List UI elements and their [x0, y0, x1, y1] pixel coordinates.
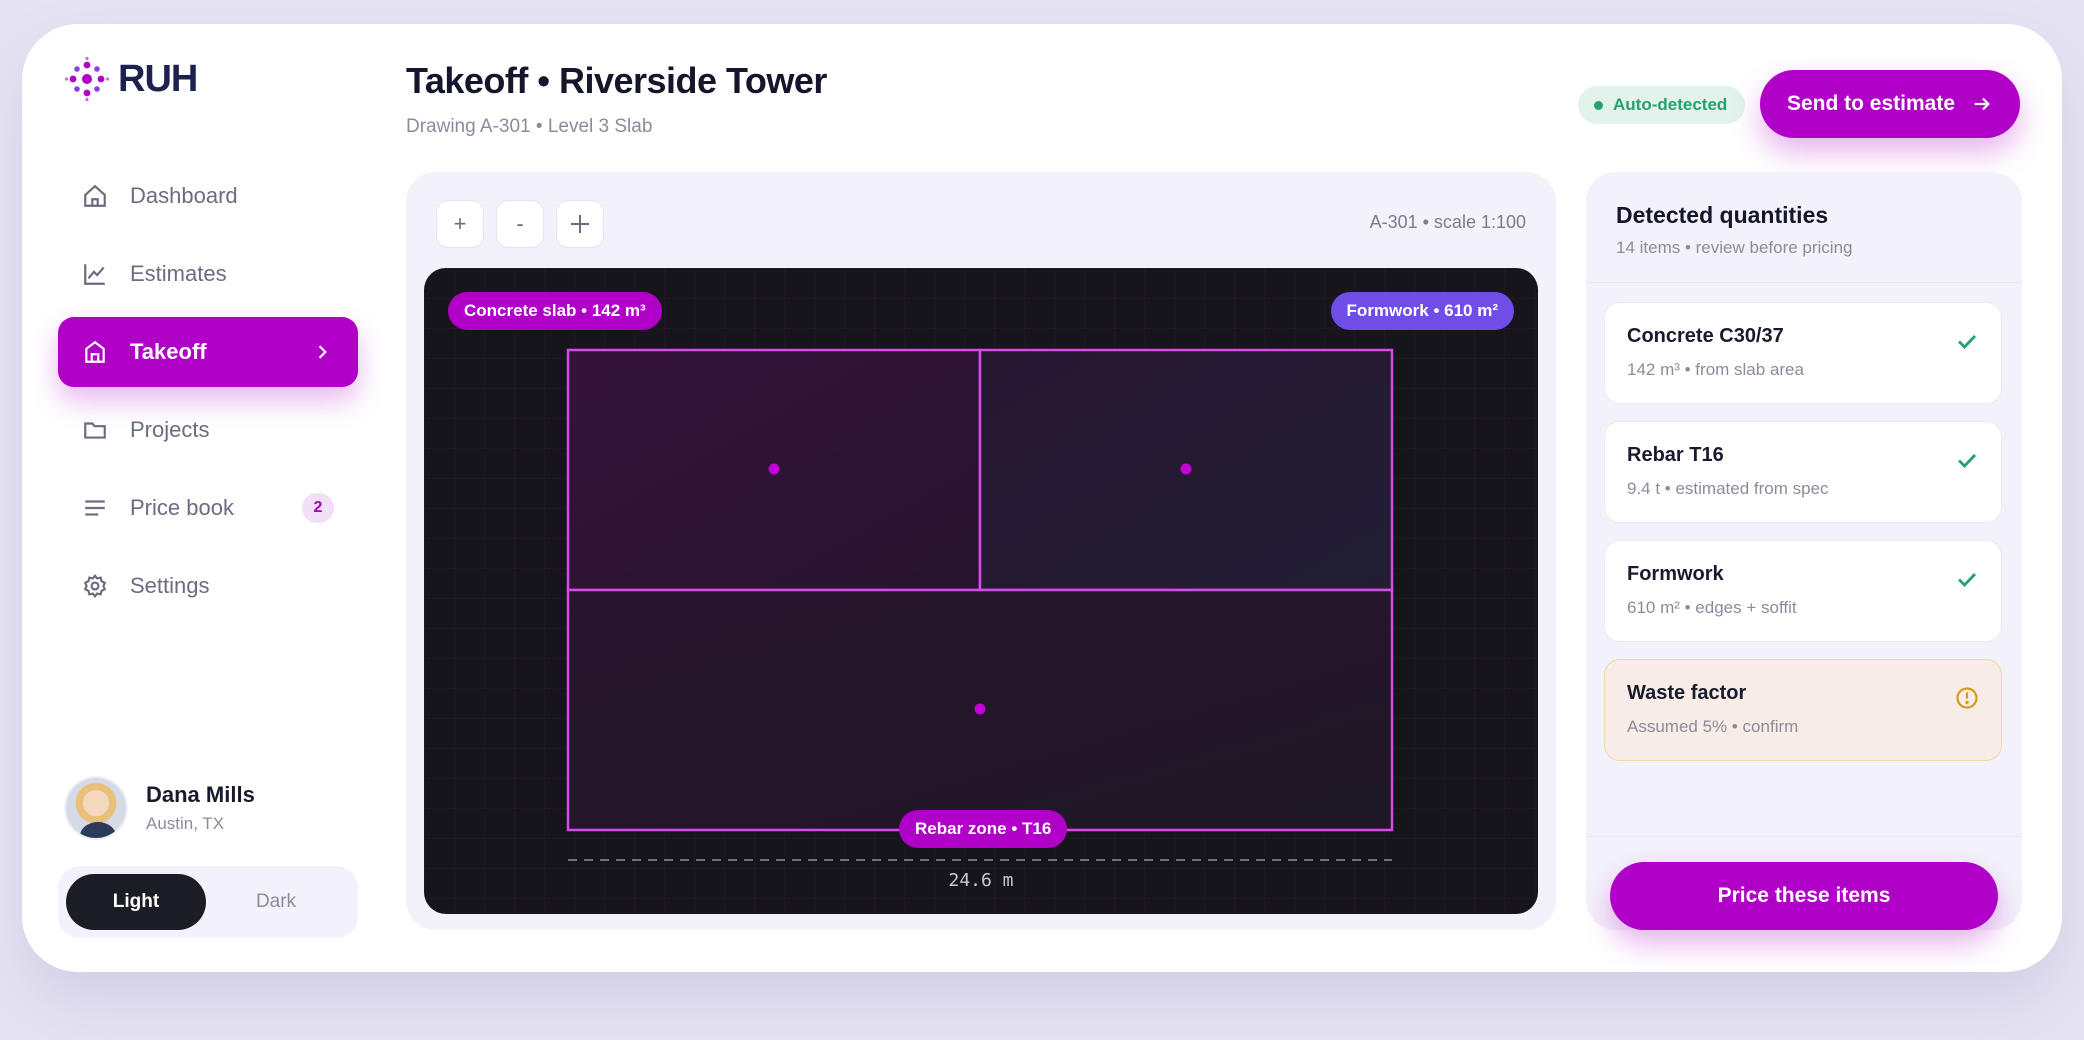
alert-clock-icon	[1956, 687, 1978, 709]
pan-tool-button[interactable]	[556, 200, 604, 248]
quantities-subtitle: 14 items • review before pricing	[1616, 238, 1853, 257]
user-profile[interactable]: Dana Mills Austin, TX	[64, 776, 255, 840]
page-title: Takeoff • Riverside Tower	[406, 60, 827, 101]
sidebar-item-label: Estimates	[130, 261, 227, 286]
status-dot-icon	[1594, 100, 1603, 110]
quantity-name: Formwork	[1627, 563, 1724, 585]
quantity-name: Waste factor	[1627, 682, 1747, 704]
sidebar-item-label: Price book	[130, 495, 234, 520]
avatar	[64, 776, 128, 840]
rebar-zone-tag[interactable]: Rebar zone • T16	[899, 810, 1068, 848]
zone-marker-c[interactable]	[974, 703, 986, 715]
sidebar-item-label: Takeoff	[130, 339, 207, 364]
sidebar-item-price-book[interactable]: Price book 2	[58, 473, 358, 543]
sidebar-item-estimates[interactable]: Estimates	[58, 239, 358, 309]
user-location: Austin, TX	[146, 814, 225, 833]
sidebar-item-takeoff[interactable]: Takeoff	[58, 317, 358, 387]
sidebar-item-projects[interactable]: Projects	[58, 395, 358, 465]
send-to-estimate-button[interactable]: Send to estimate	[1760, 70, 2020, 138]
price-items-button[interactable]: Price these items	[1610, 862, 1998, 930]
home-icon	[84, 184, 106, 207]
divider	[1586, 282, 2022, 283]
sidebar-nav: Dashboard Estimates Takeoff Projects Pri…	[58, 161, 358, 629]
quantity-name: Concrete C30/37	[1627, 325, 1784, 347]
quantity-detail: 610 m² • edges + soffit	[1627, 598, 1797, 617]
logo[interactable]: RUH	[64, 56, 198, 102]
zone-marker-b[interactable]	[1180, 463, 1192, 475]
sheet-scale-label: A-301 • scale 1:100	[1369, 212, 1526, 232]
sidebar-item-label: Settings	[130, 573, 210, 598]
quantities-list: Concrete C30/37 142 m³ • from slab area …	[1604, 302, 2002, 778]
crosshair-icon	[571, 215, 589, 233]
sidebar-item-label: Projects	[130, 417, 210, 442]
list-icon	[85, 500, 105, 516]
drawing-canvas[interactable]: Concrete slab • 142 m³ Formwork • 610 m²…	[424, 268, 1538, 914]
sidebar-item-dashboard[interactable]: Dashboard	[58, 161, 358, 231]
divider	[1586, 836, 2022, 837]
status-badge-label: Auto-detected	[1613, 95, 1728, 114]
quantity-detail: 9.4 t • estimated from spec	[1627, 479, 1829, 498]
quantity-name: Rebar T16	[1627, 444, 1724, 466]
quantity-detail: Assumed 5% • confirm	[1627, 717, 1799, 736]
drawing-panel: + - A-301 • scale 1:100 Concrete slab • …	[406, 172, 1556, 930]
sidebar-item-settings[interactable]: Settings	[58, 551, 358, 621]
theme-light-option[interactable]: Light	[66, 874, 206, 930]
chart-icon	[84, 264, 105, 285]
quantity-card[interactable]: Formwork 610 m² • edges + soffit	[1604, 540, 2002, 642]
user-name: Dana Mills	[146, 782, 255, 807]
chevron-right-icon	[318, 345, 327, 359]
quantities-panel: Detected quantities 14 items • review be…	[1586, 172, 2022, 930]
quantity-detail: 142 m³ • from slab area	[1627, 360, 1804, 379]
theme-toggle: Light Dark	[58, 866, 358, 938]
concrete-slab-tag[interactable]: Concrete slab • 142 m³	[448, 292, 662, 330]
status-badge: Auto-detected	[1578, 86, 1746, 124]
app-window: RUH Dashboard Estimates Takeoff Projects…	[22, 24, 2062, 972]
zoom-in-button[interactable]: +	[436, 200, 484, 248]
send-to-estimate-label: Send to estimate	[1786, 92, 1956, 115]
quantity-card-warning[interactable]: Waste factor Assumed 5% • confirm	[1604, 659, 2002, 761]
theme-dark-option[interactable]: Dark	[206, 874, 346, 930]
logo-mark-icon	[64, 56, 110, 102]
quantities-title: Detected quantities	[1616, 202, 1829, 228]
building-icon	[85, 340, 105, 363]
arrow-right-icon	[1974, 97, 1990, 111]
logo-text: RUH	[118, 57, 198, 100]
check-icon	[1958, 454, 1977, 469]
sidebar-item-label: Dashboard	[130, 183, 238, 208]
zoom-out-button[interactable]: -	[496, 200, 544, 248]
page-subtitle: Drawing A-301 • Level 3 Slab	[406, 116, 653, 137]
zone-marker-a[interactable]	[768, 463, 780, 475]
quantity-card[interactable]: Rebar T16 9.4 t • estimated from spec	[1604, 421, 2002, 523]
quantity-card[interactable]: Concrete C30/37 142 m³ • from slab area	[1604, 302, 2002, 404]
gear-icon	[83, 573, 107, 599]
count-badge: 2	[302, 493, 334, 523]
dimension-label: 24.6 m	[948, 870, 1014, 891]
check-icon	[1958, 335, 1977, 350]
check-icon	[1958, 573, 1977, 588]
folder-icon	[84, 422, 106, 439]
formwork-tag[interactable]: Formwork • 610 m²	[1330, 292, 1514, 330]
